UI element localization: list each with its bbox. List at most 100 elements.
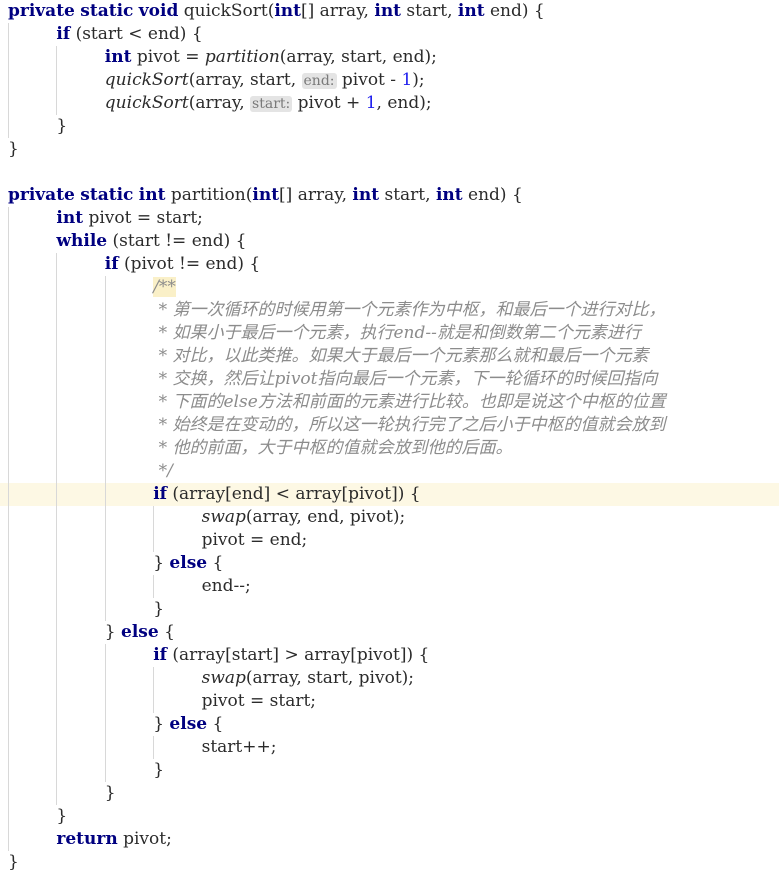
code-token: pivot - bbox=[336, 70, 402, 90]
code-token: pivot + bbox=[292, 93, 366, 113]
code-line[interactable]: return pivot; bbox=[0, 828, 779, 851]
number-token: 1 bbox=[401, 70, 413, 90]
keyword-token: return bbox=[56, 829, 118, 849]
keyword-token: else bbox=[169, 553, 208, 573]
keyword-token: int bbox=[374, 1, 402, 21]
code-token: (array, start, pivot); bbox=[245, 668, 415, 688]
code-token: (array, start, end); bbox=[279, 47, 437, 67]
code-token: pivot = start; bbox=[83, 208, 203, 228]
keyword-token: while bbox=[56, 231, 108, 251]
code-token: quickSort( bbox=[178, 1, 275, 21]
method-name-token: quickSort bbox=[104, 70, 189, 90]
code-line[interactable]: if (pivot != end) { bbox=[0, 253, 779, 276]
code-token: } bbox=[8, 139, 19, 159]
comment-token: * 始终是在变动的，所以这一轮执行完了之后小于中枢的值就会放到 bbox=[153, 415, 666, 435]
code-line[interactable]: * 交换，然后让pivot指向最后一个元素，下一轮循环的时候回指向 bbox=[0, 368, 779, 391]
code-line[interactable]: * 始终是在变动的，所以这一轮执行完了之后小于中枢的值就会放到 bbox=[0, 414, 779, 437]
keyword-token: else bbox=[169, 714, 208, 734]
keyword-token: int bbox=[352, 185, 380, 205]
method-name-token: quickSort bbox=[104, 93, 189, 113]
comment-token: * 下面的else方法和前面的元素进行比较。也即是说这个中枢的位置 bbox=[153, 392, 666, 412]
code-line[interactable]: pivot = end; bbox=[0, 529, 779, 552]
code-line[interactable]: int pivot = partition(array, start, end)… bbox=[0, 46, 779, 69]
keyword-token: int bbox=[56, 208, 84, 228]
comment-token: */ bbox=[153, 461, 173, 481]
keyword-token: int bbox=[435, 185, 463, 205]
code-token: } bbox=[153, 553, 170, 573]
code-token: } bbox=[153, 760, 165, 780]
code-content[interactable]: private static void quickSort(int[] arra… bbox=[0, 0, 779, 874]
code-token: } bbox=[56, 806, 68, 826]
code-token: { bbox=[158, 622, 175, 642]
code-line[interactable]: } bbox=[0, 851, 779, 874]
code-token: pivot = end; bbox=[201, 530, 308, 550]
code-line[interactable]: end--; bbox=[0, 575, 779, 598]
code-line[interactable] bbox=[0, 161, 779, 184]
code-line[interactable]: swap(array, end, pivot); bbox=[0, 506, 779, 529]
code-line[interactable]: } bbox=[0, 805, 779, 828]
method-name-token: partition bbox=[204, 47, 280, 67]
code-line[interactable]: private static int partition(int[] array… bbox=[0, 184, 779, 207]
code-line[interactable]: * 如果小于最后一个元素，执行end--就是和倒数第二个元素进行 bbox=[0, 322, 779, 345]
code-line[interactable]: } bbox=[0, 115, 779, 138]
code-token: start, bbox=[379, 185, 436, 205]
code-token: start, bbox=[401, 1, 458, 21]
code-line[interactable]: * 下面的else方法和前面的元素进行比较。也即是说这个中枢的位置 bbox=[0, 391, 779, 414]
code-line[interactable]: if (array[end] < array[pivot]) { bbox=[0, 483, 779, 506]
parameter-hint[interactable]: start: bbox=[250, 96, 293, 112]
code-line[interactable]: /** bbox=[0, 276, 779, 299]
comment-token: * 他的前面，大于中枢的值就会放到他的后面。 bbox=[153, 438, 513, 458]
code-line[interactable]: } bbox=[0, 598, 779, 621]
code-token: (pivot != end) { bbox=[118, 254, 261, 274]
code-token: pivot; bbox=[117, 829, 172, 849]
code-token: { bbox=[207, 553, 224, 573]
code-line[interactable]: swap(array, start, pivot); bbox=[0, 667, 779, 690]
keyword-token: int bbox=[457, 1, 485, 21]
keyword-token: static bbox=[80, 185, 134, 205]
keyword-token: private bbox=[8, 185, 75, 205]
parameter-hint[interactable]: end: bbox=[301, 73, 337, 89]
code-token: (array, bbox=[188, 93, 251, 113]
code-line[interactable]: quickSort(array, start: pivot + 1, end); bbox=[0, 92, 779, 115]
code-token: end--; bbox=[201, 576, 251, 596]
code-token: } bbox=[104, 783, 116, 803]
code-token: (start != end) { bbox=[107, 231, 247, 251]
method-name-token: swap bbox=[201, 668, 246, 688]
code-token: end) { bbox=[462, 185, 523, 205]
code-editor[interactable]: private static void quickSort(int[] arra… bbox=[0, 0, 779, 872]
code-token: (array, start, bbox=[188, 70, 302, 90]
code-token: } bbox=[8, 852, 19, 872]
keyword-token: if bbox=[153, 484, 167, 504]
code-line[interactable]: int pivot = start; bbox=[0, 207, 779, 230]
keyword-token: if bbox=[104, 254, 119, 274]
code-line[interactable]: } else { bbox=[0, 552, 779, 575]
code-token: start++; bbox=[201, 737, 277, 757]
code-line[interactable]: } bbox=[0, 759, 779, 782]
code-token: } bbox=[153, 599, 165, 619]
code-line[interactable]: if (array[start] > array[pivot]) { bbox=[0, 644, 779, 667]
code-token: end) { bbox=[484, 1, 545, 21]
code-line[interactable]: quickSort(array, start, end: pivot - 1); bbox=[0, 69, 779, 92]
code-line[interactable]: } else { bbox=[0, 621, 779, 644]
code-line[interactable]: while (start != end) { bbox=[0, 230, 779, 253]
code-line[interactable]: * 第一次循环的时候用第一个元素作为中枢，和最后一个进行对比， bbox=[0, 299, 779, 322]
code-line[interactable]: } else { bbox=[0, 713, 779, 736]
code-token: pivot = bbox=[131, 47, 205, 67]
comment-token: /** bbox=[153, 277, 176, 297]
code-line[interactable]: private static void quickSort(int[] arra… bbox=[0, 0, 779, 23]
method-name-token: swap bbox=[201, 507, 246, 527]
number-token: 1 bbox=[365, 93, 377, 113]
code-token: { bbox=[207, 714, 224, 734]
code-line[interactable]: start++; bbox=[0, 736, 779, 759]
code-line[interactable]: * 他的前面，大于中枢的值就会放到他的后面。 bbox=[0, 437, 779, 460]
code-line[interactable]: * 对比，以此类推。如果大于最后一个元素那么就和最后一个元素 bbox=[0, 345, 779, 368]
code-token: } bbox=[56, 116, 68, 136]
code-token: (array, end, pivot); bbox=[245, 507, 406, 527]
code-line[interactable]: pivot = start; bbox=[0, 690, 779, 713]
code-line[interactable]: if (start < end) { bbox=[0, 23, 779, 46]
code-token: ); bbox=[412, 70, 425, 90]
code-line[interactable]: } bbox=[0, 138, 779, 161]
code-line[interactable]: } bbox=[0, 782, 779, 805]
keyword-token: int bbox=[274, 1, 301, 21]
code-line[interactable]: */ bbox=[0, 460, 779, 483]
